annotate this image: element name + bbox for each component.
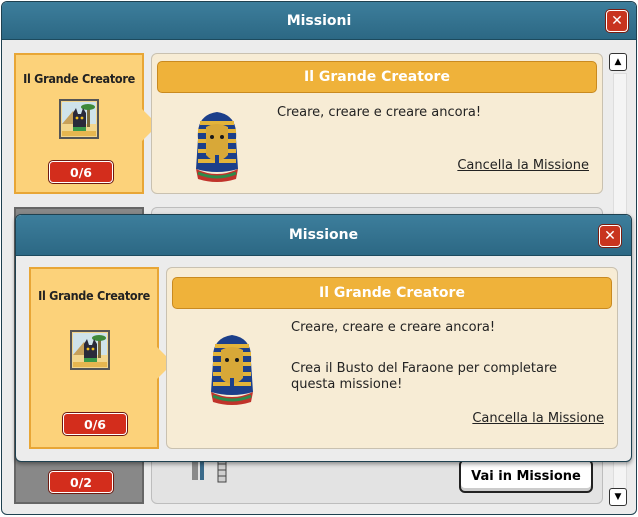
mission-progress-badge: 0/6 <box>49 161 113 183</box>
missions-title: Missioni <box>286 12 352 29</box>
close-icon[interactable]: ✕ <box>599 225 621 247</box>
mission-detail-panel: Il Grande Creatore Creare, creare e crea… <box>166 267 618 449</box>
pharaoh-bust-icon <box>211 335 253 405</box>
mission-progress-badge: 0/6 <box>63 413 127 435</box>
mission-window-title: Missione <box>288 227 359 243</box>
cancel-mission-link[interactable]: Cancella la Missione <box>457 158 589 173</box>
mission-name: Il Grande Creatore <box>23 71 135 86</box>
go-to-mission-button[interactable]: Vai in Missione <box>459 459 593 493</box>
mission-name: Il Grande Creatore <box>38 288 150 303</box>
mission-header: Il Grande Creatore <box>172 277 612 309</box>
mission-detail-panel: Il Grande Creatore Creare, creare e crea… <box>151 53 603 194</box>
mission-description: Creare, creare e creare ancora! <box>291 320 496 335</box>
mission-instruction: Crea il Busto del Faraone per completare… <box>291 361 558 392</box>
mission-card-left[interactable]: Il Grande Creatore 0/6 <box>29 267 173 449</box>
cancel-mission-link[interactable]: Cancella la Missione <box>472 411 604 426</box>
mission-window: Missione ✕ Il Grande Creatore 0/6 Il Gra… <box>15 214 632 462</box>
pharaoh-bust-icon <box>196 112 238 182</box>
mission-anubis-icon <box>70 330 110 370</box>
scroll-up-icon[interactable]: ▲ <box>609 53 627 71</box>
mission-anubis-icon <box>59 99 99 139</box>
mission-header: Il Grande Creatore <box>157 61 597 93</box>
mission-description: Creare, creare e creare ancora! <box>277 105 482 120</box>
mission-titlebar[interactable]: Missione ✕ <box>16 215 631 256</box>
close-icon[interactable]: ✕ <box>606 10 628 32</box>
scroll-down-icon[interactable]: ▼ <box>609 488 627 506</box>
missions-titlebar[interactable]: Missioni ✕ <box>2 2 636 40</box>
mission-progress-badge-2: 0/2 <box>49 471 113 493</box>
mission-card-left[interactable]: Il Grande Creatore 0/6 <box>14 53 158 194</box>
